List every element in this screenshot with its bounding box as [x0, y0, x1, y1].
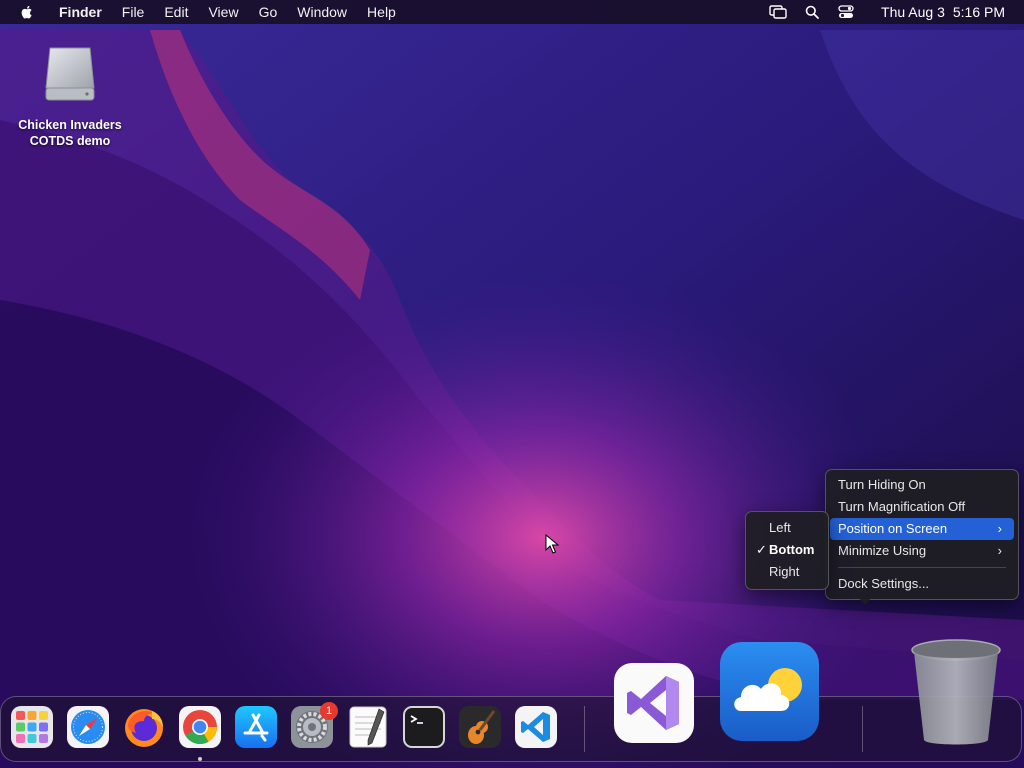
vscode-icon[interactable] — [514, 705, 558, 749]
dock-separator — [862, 706, 863, 752]
dock-context-menu: Turn Hiding On Turn Magnification Off Po… — [825, 469, 1019, 600]
submenu-bottom[interactable]: ✓ Bottom — [750, 539, 824, 561]
context-menu-pointer — [858, 597, 872, 605]
visual-studio-icon[interactable] — [613, 662, 695, 744]
menu-view[interactable]: View — [198, 0, 248, 24]
desktop-icon-label: Chicken Invaders COTDS demo — [16, 117, 124, 149]
settings-notification-badge: 1 — [320, 702, 338, 720]
terminal-icon[interactable] — [402, 705, 446, 749]
submenu-left[interactable]: Left — [750, 517, 824, 539]
apple-menu-icon[interactable] — [19, 4, 35, 20]
app-store-icon[interactable] — [234, 705, 278, 749]
menu-finder[interactable]: Finder — [49, 0, 112, 24]
menu-turn-hiding-on[interactable]: Turn Hiding On — [830, 474, 1014, 496]
menu-bar: Finder File Edit View Go Window Help Thu… — [0, 0, 1024, 24]
menu-window[interactable]: Window — [287, 0, 357, 24]
menu-dock-settings[interactable]: Dock Settings... — [830, 573, 1014, 595]
menu-separator — [838, 567, 1006, 568]
disk-image-icon — [45, 47, 95, 101]
safari-icon[interactable] — [66, 705, 110, 749]
spotlight-search-icon[interactable] — [802, 4, 822, 20]
clock-date: Thu Aug 3 — [881, 4, 945, 20]
control-center-icon[interactable] — [836, 4, 856, 20]
screen-mirroring-icon[interactable] — [768, 4, 788, 20]
submenu-item-label: Bottom — [769, 542, 815, 557]
menu-item-label: Turn Magnification Off — [838, 499, 966, 514]
submenu-item-label: Right — [769, 564, 800, 579]
menu-help[interactable]: Help — [357, 0, 406, 24]
position-submenu: Left ✓ Bottom Right — [745, 511, 829, 590]
desktop-icon-label-line1: Chicken Invaders — [18, 118, 122, 132]
menu-edit[interactable]: Edit — [154, 0, 198, 24]
mouse-pointer-icon — [545, 534, 559, 554]
desktop-wallpaper — [0, 0, 1024, 768]
menu-item-label: Turn Hiding On — [838, 477, 926, 492]
menu-item-label: Dock Settings... — [838, 576, 930, 591]
textedit-icon[interactable] — [346, 705, 390, 749]
menu-item-label: Position on Screen — [838, 521, 948, 536]
menu-clock[interactable]: Thu Aug 3 5:16 PM — [873, 4, 1005, 20]
weather-icon[interactable] — [719, 641, 820, 742]
submenu-item-label: Left — [769, 520, 791, 535]
chrome-icon[interactable] — [178, 705, 222, 749]
menu-item-label: Minimize Using — [838, 543, 927, 558]
chevron-right-icon: › — [997, 543, 1002, 558]
menu-go[interactable]: Go — [249, 0, 288, 24]
desktop-disk-item[interactable]: Chicken Invaders COTDS demo — [16, 44, 124, 149]
desktop-icon-label-line2: COTDS demo — [29, 134, 111, 148]
firefox-icon[interactable] — [122, 705, 166, 749]
trash-icon[interactable] — [910, 636, 1002, 748]
submenu-right[interactable]: Right — [750, 561, 824, 583]
menu-position-on-screen[interactable]: Position on Screen › — [830, 518, 1014, 540]
running-indicator-dot — [198, 757, 202, 761]
checkmark-icon: ✓ — [756, 542, 767, 557]
garageband-icon[interactable] — [458, 705, 502, 749]
chevron-right-icon: › — [997, 521, 1002, 536]
clock-time: 5:16 PM — [952, 4, 1005, 20]
launchpad-icon[interactable] — [10, 705, 54, 749]
menu-turn-magnification-off[interactable]: Turn Magnification Off — [830, 496, 1014, 518]
menu-minimize-using[interactable]: Minimize Using › — [830, 540, 1014, 562]
menu-file[interactable]: File — [112, 0, 155, 24]
dock-separator — [584, 706, 585, 752]
